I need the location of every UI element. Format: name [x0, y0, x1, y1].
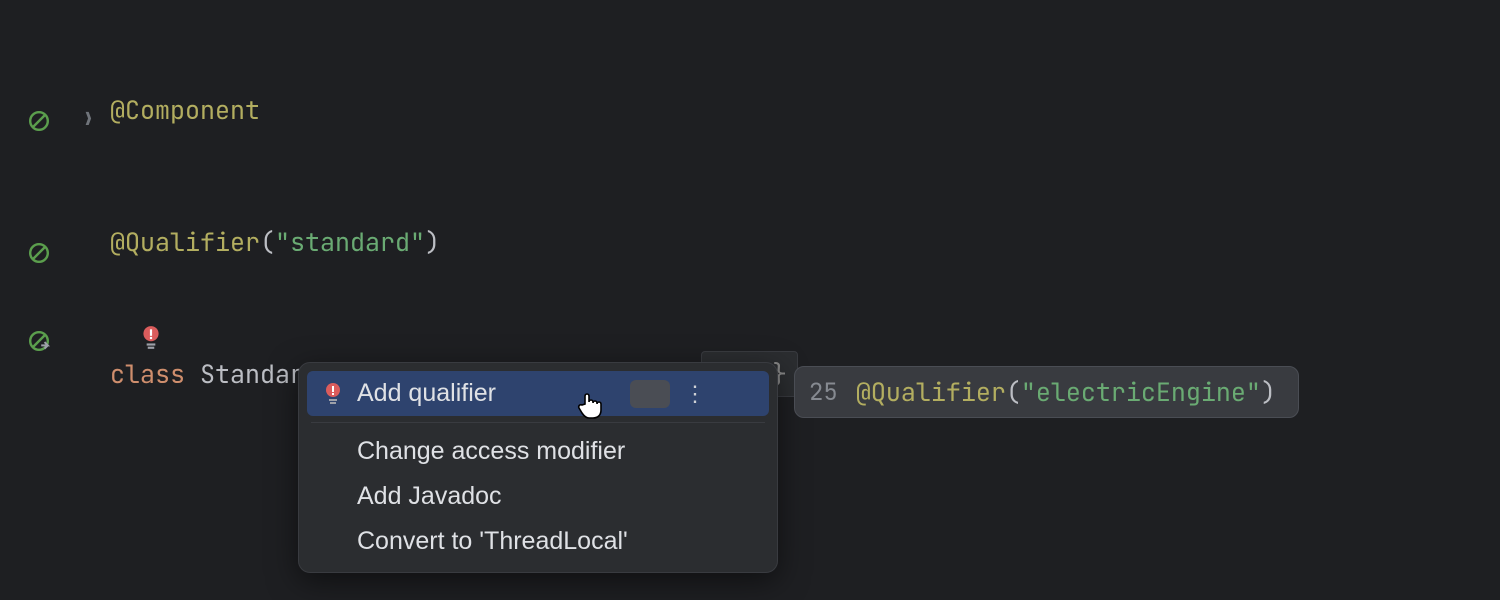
- error-bulb-icon: [323, 382, 343, 406]
- annotation: @Component: [110, 88, 260, 132]
- intention-item-add-qualifier[interactable]: Add qualifier ⋮: [307, 371, 769, 416]
- gutter: ❯: [0, 0, 100, 600]
- intention-item-change-access[interactable]: Change access modifier: [307, 429, 769, 474]
- annotation: @Qualifier: [110, 220, 260, 264]
- intention-label: Add Javadoc: [357, 482, 502, 511]
- intention-actions-popup: Add qualifier ⋮ Change access modifier A…: [298, 362, 778, 573]
- code-editor[interactable]: ❯ @Component @Qualifier("standard") clas…: [0, 0, 1500, 600]
- preview-line-number: 25: [809, 377, 838, 408]
- intention-label: Convert to 'ThreadLocal': [357, 527, 628, 556]
- punct: ): [425, 220, 440, 264]
- gutter-bean-icon[interactable]: [28, 106, 50, 128]
- popup-separator: [311, 422, 765, 423]
- fold-arrow-icon[interactable]: ❯: [83, 108, 94, 131]
- keyword: class: [110, 352, 200, 396]
- preview-code: @Qualifier("electricEngine"): [856, 375, 1276, 409]
- punct: (: [260, 220, 275, 264]
- intention-item-convert-threadlocal[interactable]: Convert to 'ThreadLocal': [307, 519, 769, 564]
- intention-item-add-javadoc[interactable]: Add Javadoc: [307, 474, 769, 519]
- string-literal: "standard": [275, 220, 425, 264]
- gutter-bean-icon[interactable]: [28, 238, 50, 260]
- intention-label: Change access modifier: [357, 437, 625, 466]
- gutter-autowired-icon[interactable]: [28, 326, 50, 348]
- intention-preview: 25 @Qualifier("electricEngine"): [794, 366, 1299, 418]
- intention-label: Add qualifier: [357, 379, 496, 408]
- more-actions-icon[interactable]: ⋮: [684, 381, 706, 407]
